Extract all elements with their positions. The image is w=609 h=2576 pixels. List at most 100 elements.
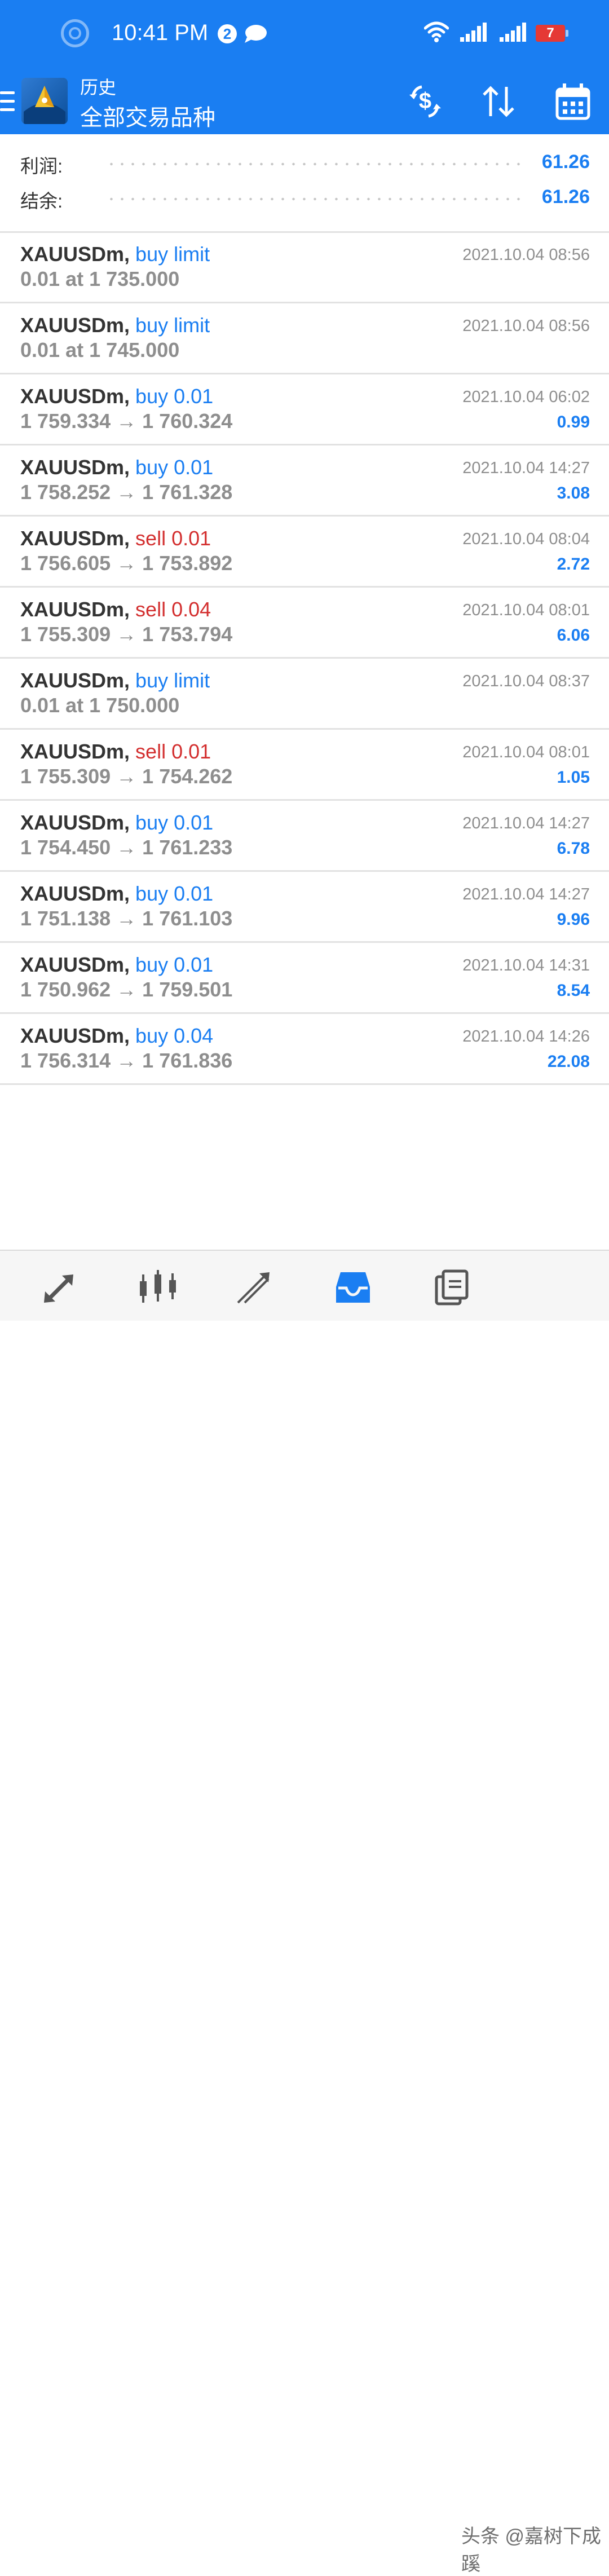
deal-prices: 1 756.605 → 1 753.892 — [20, 552, 232, 575]
chat-bubble-icon — [245, 25, 267, 43]
deal-row[interactable]: XAUUSDm, buy 0.01 1 751.138 → 1 761.103 20… — [0, 872, 609, 943]
close-price: 1 761.836 — [142, 1049, 233, 1072]
deal-symbol: XAUUSDm, buy limit — [20, 314, 210, 337]
deal-time: 2021.10.04 14:27 — [462, 814, 590, 832]
history-summary: 利润: 61.26 结余: 61.26 — [0, 134, 609, 233]
symbol-name: XAUUSDm, — [20, 882, 130, 905]
deal-type: buy 0.01 — [135, 385, 214, 408]
arrow-right-icon: → — [111, 978, 143, 1001]
arrow-right-icon: → — [111, 836, 143, 859]
deal-symbol: XAUUSDm, buy 0.01 — [20, 456, 213, 479]
deal-prices: 1 755.309 → 1 753.794 — [20, 623, 232, 646]
deal-prices: 1 756.314 → 1 761.836 — [20, 1049, 232, 1073]
close-price: 1 753.794 — [142, 623, 233, 646]
close-price: 1 761.233 — [142, 836, 233, 859]
deal-time: 2021.10.04 06:02 — [462, 388, 590, 406]
symbol-name: XAUUSDm, — [20, 953, 130, 976]
deal-type: sell 0.04 — [135, 598, 211, 621]
deal-row[interactable]: XAUUSDm, buy 0.01 1 750.962 → 1 759.501 20… — [0, 943, 609, 1014]
battery-indicator: 7 — [536, 25, 568, 42]
deal-symbol: XAUUSDm, buy 0.04 — [20, 1024, 213, 1048]
messages-icon[interactable] — [433, 1268, 478, 1307]
arrow-right-icon: → — [111, 1049, 143, 1072]
deal-row[interactable]: XAUUSDm, buy 0.01 1 758.252 → 1 761.328 20… — [0, 445, 609, 517]
deal-profit: 22.08 — [547, 1052, 590, 1071]
deal-type: sell 0.01 — [135, 740, 211, 763]
deal-prices: 0.01 at 1 750.000 — [20, 694, 179, 717]
deal-row[interactable]: XAUUSDm, sell 0.01 1 756.605 → 1 753.892 2… — [0, 517, 609, 588]
deal-row[interactable]: XAUUSDm, buy limit 0.01 at 1 745.000 2021.… — [0, 303, 609, 374]
history-icon[interactable] — [330, 1268, 376, 1307]
deal-row[interactable]: XAUUSDm, buy limit 0.01 at 1 750.000 2021.… — [0, 659, 609, 730]
balance-value: 61.26 — [541, 186, 590, 208]
bottom-nav: 头条 @嘉树下成蹊 — [0, 1250, 609, 2575]
deal-prices: 1 754.450 → 1 761.233 — [20, 836, 232, 859]
deal-profit: 9.96 — [557, 910, 590, 929]
deal-type: buy 0.01 — [135, 953, 214, 976]
symbol-name: XAUUSDm, — [20, 242, 130, 266]
deal-time: 2021.10.04 08:56 — [462, 317, 590, 335]
deal-symbol: XAUUSDm, sell 0.01 — [20, 740, 211, 764]
status-bar: 10:41 PM 2 7 — [0, 0, 609, 68]
symbol-name: XAUUSDm, — [20, 527, 130, 550]
deal-profit: 1.05 — [557, 768, 590, 787]
deal-prices: 0.01 at 1 735.000 — [20, 267, 179, 291]
deal-symbol: XAUUSDm, buy limit — [20, 242, 210, 266]
symbol-name: XAUUSDm, — [20, 740, 130, 763]
currency-exchange-icon[interactable]: $ — [405, 81, 445, 122]
deal-profit: 2.72 — [557, 555, 590, 574]
deal-profit: 3.08 — [557, 484, 590, 502]
deal-symbol: XAUUSDm, buy 0.01 — [20, 811, 213, 835]
deal-row[interactable]: XAUUSDm, buy 0.01 1 759.334 → 1 760.324 20… — [0, 374, 609, 445]
order-volume-price: 0.01 at 1 750.000 — [20, 694, 180, 717]
open-price: 1 750.962 — [20, 978, 111, 1001]
trade-icon[interactable] — [232, 1268, 277, 1307]
deal-row[interactable]: XAUUSDm, buy 0.01 1 754.450 → 1 761.233 20… — [0, 801, 609, 872]
deal-type: buy limit — [135, 314, 210, 337]
deal-time: 2021.10.04 14:31 — [462, 956, 590, 974]
quotes-icon[interactable] — [39, 1268, 85, 1307]
page-title[interactable]: 全部交易品种 — [80, 99, 215, 132]
app-header: 10:41 PM 2 7 历史 全部交易品种 $ — [0, 0, 609, 134]
notification-badge: 2 — [218, 24, 237, 43]
status-time: 10:41 PM — [112, 20, 209, 45]
deal-time: 2021.10.04 08:01 — [462, 601, 590, 619]
deal-profit: 6.78 — [557, 839, 590, 858]
open-price: 1 759.334 — [20, 409, 111, 433]
calendar-icon[interactable] — [553, 81, 593, 122]
wifi-icon — [424, 21, 449, 42]
symbol-name: XAUUSDm, — [20, 669, 130, 692]
arrow-right-icon: → — [111, 480, 143, 504]
symbol-name: XAUUSDm, — [20, 598, 130, 621]
order-volume-price: 0.01 at 1 735.000 — [20, 267, 180, 290]
sort-icon[interactable] — [478, 81, 519, 122]
symbol-name: XAUUSDm, — [20, 456, 130, 479]
profit-label: 利润: — [20, 156, 63, 177]
deal-time: 2021.10.04 08:37 — [462, 672, 590, 690]
deal-profit: 0.99 — [557, 413, 590, 431]
chart-icon[interactable] — [135, 1268, 180, 1307]
close-price: 1 759.501 — [142, 978, 233, 1001]
deal-row[interactable]: XAUUSDm, buy 0.04 1 756.314 → 1 761.836 20… — [0, 1014, 609, 1085]
deal-profit: 6.06 — [557, 626, 590, 645]
deal-row[interactable]: XAUUSDm, buy limit 0.01 at 1 735.000 2021.… — [0, 232, 609, 303]
deal-prices: 1 755.309 → 1 754.262 — [20, 765, 232, 788]
open-price: 1 756.605 — [20, 552, 111, 575]
open-price: 1 755.309 — [20, 623, 111, 646]
close-price: 1 761.103 — [142, 907, 233, 930]
deal-time: 2021.10.04 14:27 — [462, 885, 590, 903]
deal-type: buy 0.01 — [135, 882, 214, 905]
deal-time: 2021.10.04 14:27 — [462, 459, 590, 477]
deal-type: buy 0.01 — [135, 456, 214, 479]
deal-row[interactable]: XAUUSDm, sell 0.01 1 755.309 → 1 754.262 2… — [0, 730, 609, 801]
deal-prices: 0.01 at 1 745.000 — [20, 338, 179, 362]
deal-list: XAUUSDm, buy limit 0.01 at 1 735.000 2021.… — [0, 232, 609, 1085]
deal-time: 2021.10.04 08:56 — [462, 246, 590, 264]
open-price: 1 756.314 — [20, 1049, 111, 1072]
menu-icon[interactable] — [0, 91, 15, 114]
deal-prices: 1 759.334 → 1 760.324 — [20, 409, 232, 433]
deal-type: buy 0.01 — [135, 811, 214, 834]
close-price: 1 754.262 — [142, 765, 233, 788]
deal-row[interactable]: XAUUSDm, sell 0.04 1 755.309 → 1 753.794 2… — [0, 588, 609, 659]
symbol-name: XAUUSDm, — [20, 385, 130, 408]
